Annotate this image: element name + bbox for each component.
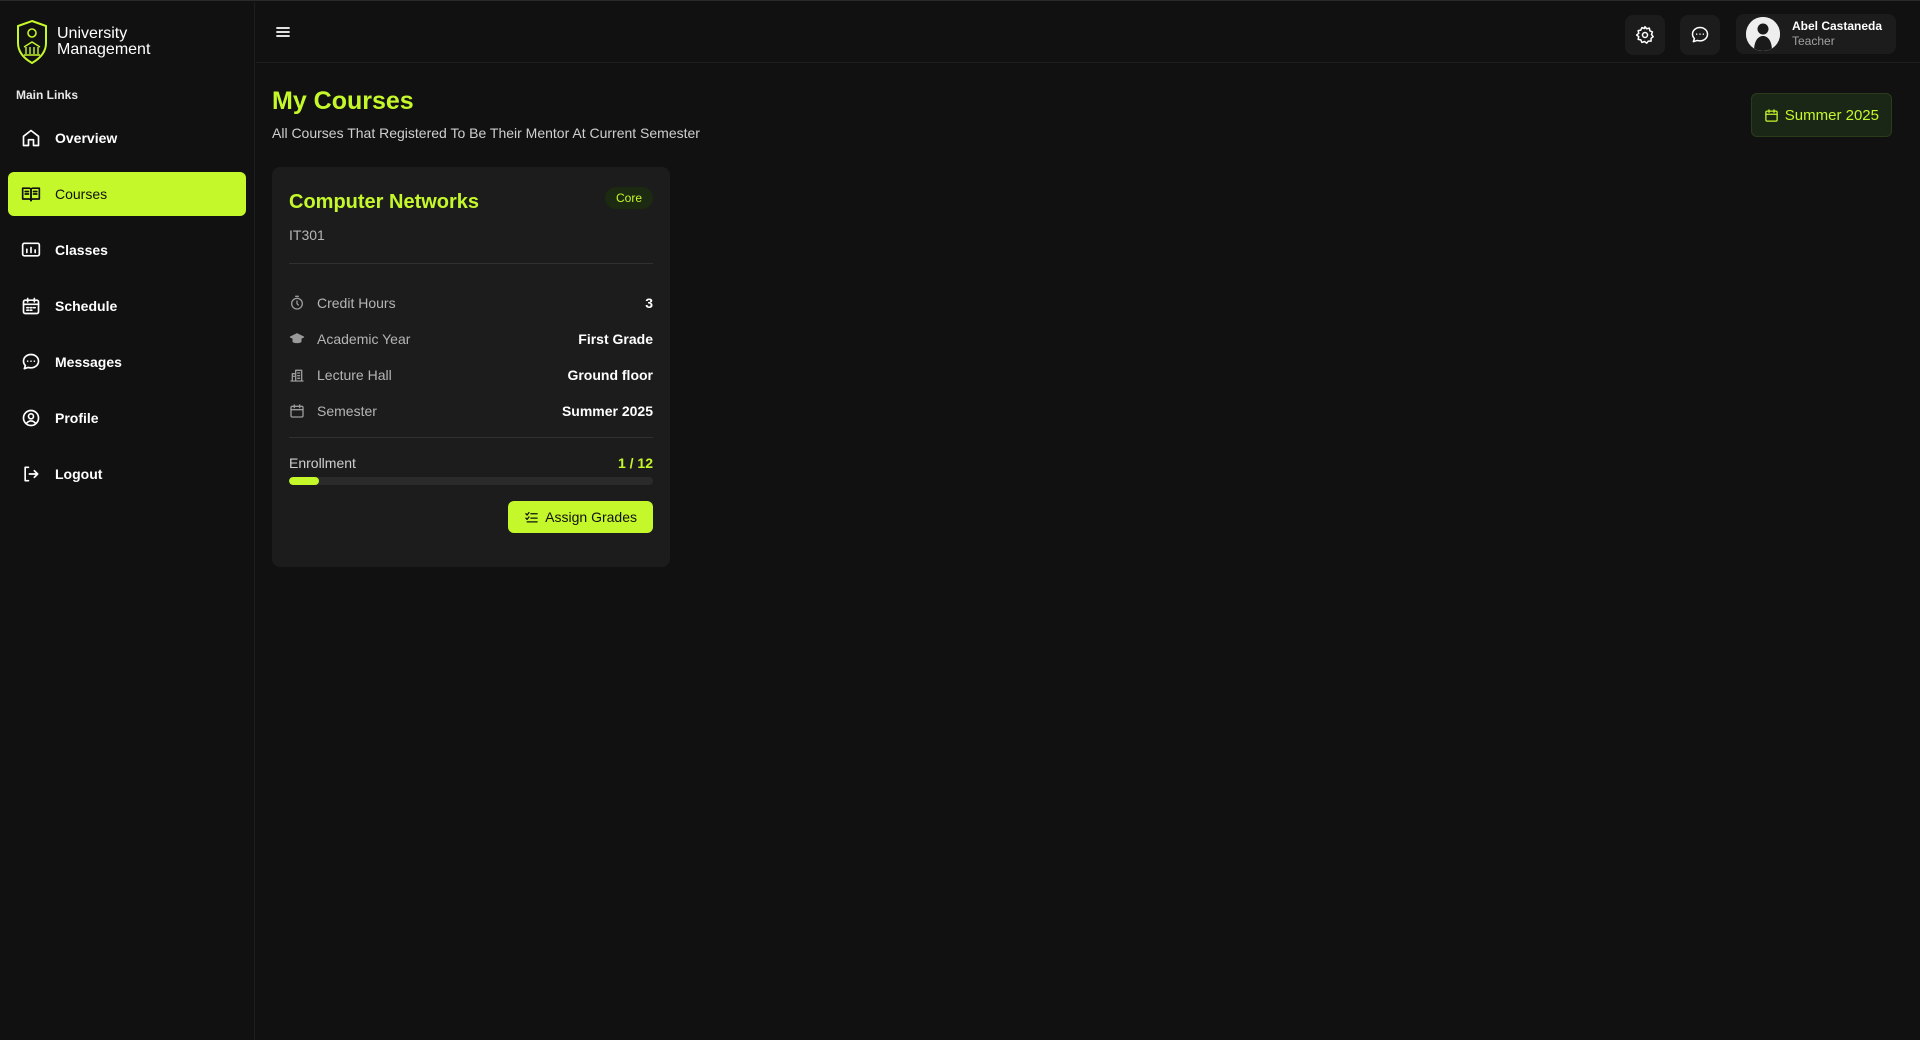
user-role: Teacher xyxy=(1792,34,1835,48)
top-bar: Abel Castaneda Teacher xyxy=(256,2,1920,63)
enrollment-progress-fill xyxy=(289,477,320,485)
assign-grades-button[interactable]: Assign Grades xyxy=(508,501,653,533)
sidebar-item-label: Schedule xyxy=(55,298,118,314)
brand[interactable]: University Management xyxy=(0,2,254,66)
list-check-icon xyxy=(525,511,538,522)
sidebar-item-label: Logout xyxy=(55,466,103,482)
sidebar-item-overview[interactable]: Overview xyxy=(8,116,246,160)
detail-value: First Grade xyxy=(578,331,653,347)
page-title: My Courses xyxy=(272,87,414,115)
detail-row-credit-hours: Credit Hours 3 xyxy=(289,293,653,313)
detail-row-semester: Semester Summer 2025 xyxy=(289,401,653,421)
user-info: Abel Castaneda Teacher xyxy=(1792,19,1882,49)
user-photo-icon xyxy=(1746,17,1780,51)
calendar-icon xyxy=(22,297,40,315)
sidebar-item-label: Messages xyxy=(55,354,122,370)
card-divider xyxy=(289,263,653,264)
detail-label: Lecture Hall xyxy=(317,367,392,383)
detail-label: Credit Hours xyxy=(317,295,396,311)
home-icon xyxy=(22,129,40,147)
sidebar-nav: Overview Courses Classes Schedule Messag… xyxy=(0,102,254,496)
university-logo-icon xyxy=(17,19,47,65)
brand-name: University Management xyxy=(57,26,150,58)
detail-label-group: Semester xyxy=(289,403,377,419)
assign-grades-label: Assign Grades xyxy=(545,509,637,525)
sidebar-item-schedule[interactable]: Schedule xyxy=(8,284,246,328)
detail-value: Summer 2025 xyxy=(561,403,653,419)
detail-label: Academic Year xyxy=(317,331,411,347)
detail-value: Ground floor xyxy=(567,367,653,383)
semester-badge[interactable]: Summer 2025 xyxy=(1750,93,1892,137)
enrollment-progress-bar xyxy=(289,477,653,485)
sidebar-item-label: Courses xyxy=(55,186,108,202)
course-code: IT301 xyxy=(289,227,325,243)
calendar-icon xyxy=(290,404,304,418)
detail-row-lecture-hall: Lecture Hall Ground floor xyxy=(289,365,653,385)
course-type-badge: Core xyxy=(604,187,653,209)
user-menu[interactable]: Abel Castaneda Teacher xyxy=(1736,14,1896,54)
sidebar-item-label: Classes xyxy=(55,242,108,258)
user-name: Abel Castaneda xyxy=(1792,19,1883,33)
detail-row-academic-year: Academic Year First Grade xyxy=(289,329,653,349)
sidebar-item-messages[interactable]: Messages xyxy=(8,340,246,384)
message-icon xyxy=(22,353,40,370)
brand-line-1: University xyxy=(57,25,128,42)
building-icon xyxy=(290,369,304,382)
sidebar-item-courses[interactable]: Courses xyxy=(8,172,246,216)
enrollment-label: Enrollment xyxy=(289,455,356,471)
sidebar-item-logout[interactable]: Logout xyxy=(8,452,246,496)
calendar-icon xyxy=(1765,108,1778,122)
graduation-cap-icon xyxy=(289,333,305,344)
sidebar-item-classes[interactable]: Classes xyxy=(8,228,246,272)
sidebar: University Management Main Links Overvie… xyxy=(0,2,255,1040)
section-label-main-links: Main Links xyxy=(16,88,79,102)
brand-line-2: Management xyxy=(57,41,151,58)
app-root: University Management Main Links Overvie… xyxy=(0,0,1920,1040)
detail-label-group: Lecture Hall xyxy=(289,367,392,383)
settings-button[interactable] xyxy=(1625,15,1665,55)
enrollment-row: Enrollment 1 / 12 xyxy=(289,453,653,473)
detail-label-group: Academic Year xyxy=(289,331,410,347)
sidebar-item-label: Overview xyxy=(55,130,118,146)
course-card: Computer Networks Core IT301 Credit Hour… xyxy=(272,167,670,567)
detail-label: Semester xyxy=(317,403,377,419)
hamburger-menu-icon[interactable] xyxy=(273,22,293,42)
presentation-icon xyxy=(21,242,41,257)
sidebar-item-profile[interactable]: Profile xyxy=(8,396,246,440)
book-icon xyxy=(21,187,41,202)
detail-value: 3 xyxy=(645,295,653,311)
user-circle-icon xyxy=(22,409,40,427)
avatar xyxy=(1746,17,1780,51)
chat-bubble-icon xyxy=(1691,26,1709,43)
enrollment-value: 1 / 12 xyxy=(617,455,653,471)
gear-icon xyxy=(1635,25,1654,44)
logout-icon xyxy=(24,466,39,482)
messages-button[interactable] xyxy=(1680,15,1720,55)
card-divider xyxy=(289,437,653,438)
sidebar-item-label: Profile xyxy=(55,410,99,426)
detail-label-group: Credit Hours xyxy=(289,295,396,311)
semester-badge-label: Summer 2025 xyxy=(1784,106,1879,124)
course-title: Computer Networks xyxy=(289,191,480,213)
timer-icon xyxy=(291,295,303,310)
page-subtitle: All Courses That Registered To Be Their … xyxy=(272,125,700,141)
